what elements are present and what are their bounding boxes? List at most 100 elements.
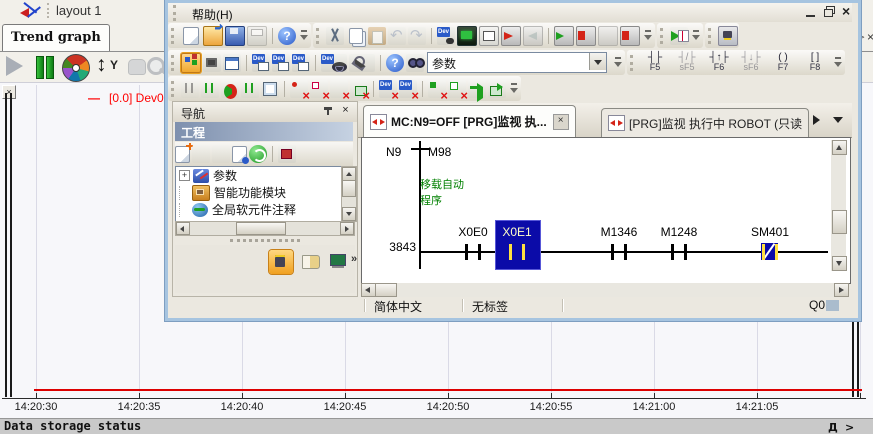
toolbar-grip[interactable] bbox=[171, 81, 177, 97]
ladder-symbol-f6-button[interactable]: ┤↑├F6 bbox=[704, 52, 734, 74]
verify-plc-icon[interactable] bbox=[554, 26, 574, 46]
device-label-m1346[interactable]: M1346 bbox=[599, 225, 639, 239]
work-window-icon[interactable] bbox=[223, 54, 241, 72]
dev-current-icon[interactable] bbox=[379, 80, 397, 98]
dev-table-icon[interactable] bbox=[272, 54, 290, 72]
paste-icon[interactable] bbox=[368, 27, 386, 45]
display-mode-icon[interactable] bbox=[278, 145, 296, 163]
toolbar-grip[interactable] bbox=[171, 55, 177, 71]
device-label-x0e1[interactable]: X0E1 bbox=[497, 225, 537, 239]
tree-horizontal-scrollbar[interactable] bbox=[175, 221, 355, 236]
monitor-step-icon[interactable] bbox=[241, 80, 259, 98]
ladder-symbol-f5-button[interactable]: ┤├F5 bbox=[640, 52, 670, 74]
device-test-word-icon[interactable] bbox=[310, 80, 328, 98]
item-info-icon[interactable] bbox=[232, 146, 247, 163]
scan-exec-icon[interactable] bbox=[468, 80, 486, 98]
tree-expand-icon[interactable]: + bbox=[179, 170, 190, 181]
tab-trend-graph[interactable]: Trend graph bbox=[2, 24, 110, 51]
ladder-symbol-f8-button[interactable]: [ ]F8 bbox=[800, 52, 830, 74]
toolbar-grip[interactable] bbox=[171, 28, 177, 44]
restore-icon[interactable] bbox=[822, 5, 837, 19]
undo-icon[interactable] bbox=[388, 27, 406, 45]
tree-item-parameter[interactable]: +参数 bbox=[176, 167, 342, 184]
ladder-symbol-sf6-button[interactable]: ┤↓├sF6 bbox=[736, 52, 766, 74]
tab-list-icon[interactable] bbox=[833, 117, 843, 123]
tab-close-icon[interactable]: × bbox=[553, 114, 569, 130]
toolbar-overflow-icon[interactable] bbox=[643, 26, 654, 46]
navigation-caption[interactable]: 导航 × bbox=[173, 102, 357, 122]
user-library-button[interactable] bbox=[299, 250, 323, 274]
module-config-icon[interactable] bbox=[203, 54, 221, 72]
play-icon[interactable] bbox=[3, 55, 27, 79]
toolbar-overflow-icon[interactable] bbox=[833, 53, 844, 73]
buffer-batch-icon[interactable] bbox=[350, 80, 368, 98]
open-icon[interactable] bbox=[203, 26, 223, 46]
tab-scroll-right-icon[interactable] bbox=[813, 115, 820, 125]
ladder-horizontal-scrollbar[interactable] bbox=[361, 283, 849, 297]
batch-exec-icon[interactable] bbox=[488, 80, 506, 98]
monitor-stop-icon[interactable] bbox=[181, 80, 199, 98]
print-icon[interactable] bbox=[247, 26, 267, 46]
copy-item-icon[interactable] bbox=[192, 145, 210, 163]
dev-comment-icon[interactable] bbox=[252, 54, 270, 72]
cut-icon[interactable] bbox=[326, 27, 344, 45]
tab-prg-monitor-robot[interactable]: [PRG]监视 执行中 ROBOT (只读 bbox=[601, 108, 809, 137]
system-monitor-icon[interactable] bbox=[620, 26, 640, 46]
minimize-icon[interactable] bbox=[804, 5, 819, 19]
toolbar-grip[interactable] bbox=[173, 5, 179, 21]
help-icon[interactable] bbox=[278, 27, 296, 45]
ladder-canvas[interactable]: N9 M98 移载自动 程序 3843 X0E0X0E1M1346M1248SM… bbox=[361, 137, 851, 284]
device-label-m1248[interactable]: M1248 bbox=[659, 225, 699, 239]
remote-operation-icon[interactable] bbox=[718, 26, 738, 46]
tree-vertical-scrollbar[interactable] bbox=[341, 166, 357, 222]
ladder-vertical-scrollbar[interactable] bbox=[831, 140, 846, 271]
dev-monitor-icon[interactable] bbox=[437, 27, 455, 45]
find-icon[interactable] bbox=[406, 54, 424, 72]
toolbar-grip[interactable] bbox=[630, 55, 636, 71]
close-icon[interactable] bbox=[840, 5, 855, 19]
connection-destination-button[interactable] bbox=[327, 250, 351, 274]
write-plc-icon[interactable] bbox=[501, 26, 521, 46]
device-test-bit-icon[interactable] bbox=[290, 80, 308, 98]
watch-options-icon[interactable] bbox=[261, 80, 279, 98]
paste-item-icon[interactable] bbox=[212, 145, 230, 163]
tree-item-global-comment[interactable]: 全局软元件注释 bbox=[176, 201, 342, 218]
device-label-sm401[interactable]: SM401 bbox=[750, 225, 790, 239]
toolbar-grip[interactable] bbox=[660, 28, 666, 44]
color-wheel-icon[interactable] bbox=[62, 54, 90, 82]
toolbar-grip[interactable] bbox=[708, 28, 714, 44]
save-icon[interactable] bbox=[225, 26, 245, 46]
project-view-button[interactable] bbox=[269, 250, 293, 274]
plc-diagnostics-icon[interactable] bbox=[576, 26, 596, 46]
pause-icon[interactable] bbox=[33, 55, 57, 79]
help2-icon[interactable] bbox=[386, 54, 404, 72]
monitor-mode-icon[interactable] bbox=[457, 26, 477, 46]
dev-batch-icon[interactable] bbox=[292, 54, 310, 72]
new-icon[interactable] bbox=[183, 27, 199, 45]
toolbar-overflow-icon[interactable] bbox=[299, 26, 310, 46]
tab-mc-n9-monitor[interactable]: MC:N9=OFF [PRG]监视 执... × bbox=[363, 105, 576, 137]
timer-change-icon[interactable] bbox=[330, 80, 348, 98]
panel-close-icon[interactable]: × bbox=[339, 104, 352, 117]
y-scale-icon[interactable] bbox=[95, 55, 119, 79]
device-combo[interactable]: 参数 bbox=[427, 52, 607, 73]
device-label-x0e0[interactable]: X0E0 bbox=[453, 225, 493, 239]
redo-icon[interactable] bbox=[408, 27, 426, 45]
read-plc-icon[interactable] bbox=[523, 26, 543, 46]
refresh-icon[interactable] bbox=[249, 145, 267, 163]
pin-icon[interactable] bbox=[323, 106, 334, 117]
ladder-symbol-f7-button[interactable]: ( )F7 bbox=[768, 52, 798, 74]
monitor-start-icon[interactable] bbox=[670, 27, 688, 45]
monitor-pause-icon[interactable] bbox=[201, 80, 219, 98]
toolbar-grip[interactable] bbox=[316, 28, 322, 44]
tree-item-intelligent-module[interactable]: 智能功能模块 bbox=[176, 184, 342, 201]
new-item-icon[interactable] bbox=[175, 146, 190, 163]
toolbar-overflow-icon[interactable] bbox=[613, 53, 624, 73]
combo-dropdown-icon[interactable] bbox=[589, 53, 606, 70]
tab-close-icon[interactable]: × bbox=[867, 30, 873, 44]
watch-mode-icon[interactable] bbox=[479, 26, 499, 46]
find-device-icon[interactable] bbox=[349, 54, 375, 72]
more-buttons-icon[interactable]: » bbox=[351, 253, 357, 265]
project-view-icon[interactable] bbox=[181, 53, 201, 73]
forced-off-icon[interactable] bbox=[448, 80, 466, 98]
